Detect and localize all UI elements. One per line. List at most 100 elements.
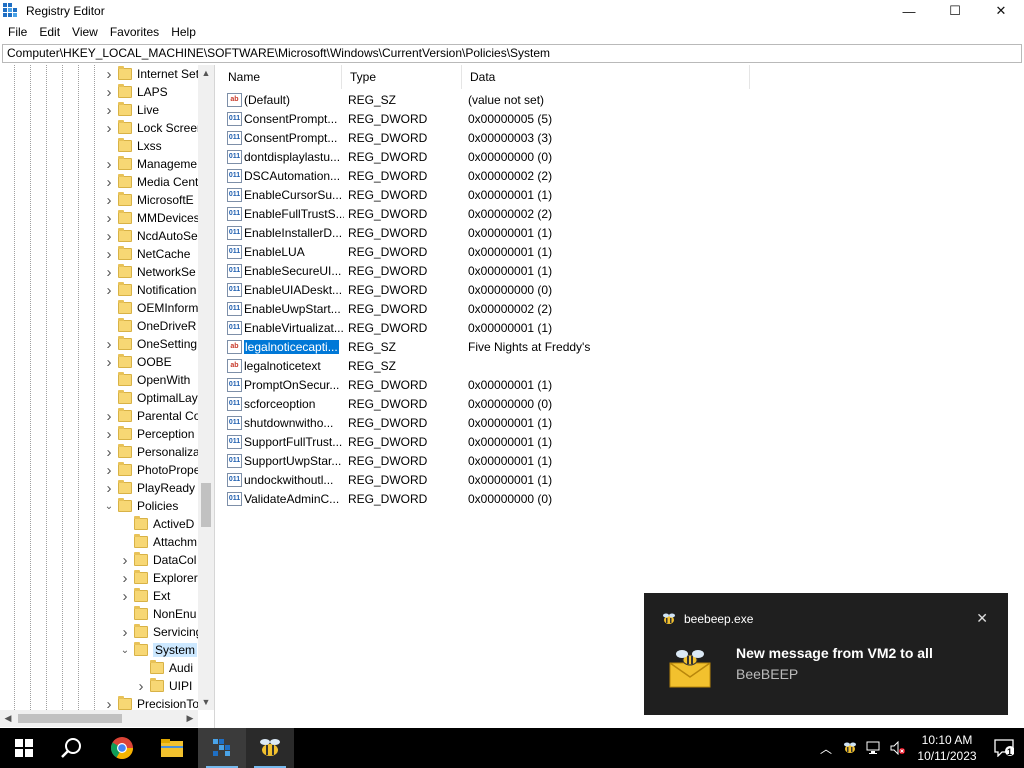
- tree-item[interactable]: Lxss: [104, 137, 162, 155]
- tree-item[interactable]: › Perception: [104, 425, 195, 443]
- tree-item[interactable]: NonEnu: [120, 605, 196, 623]
- tree-item[interactable]: OEMInform: [104, 299, 198, 317]
- chevron-right-icon[interactable]: ›: [104, 461, 114, 479]
- chevron-right-icon[interactable]: ›: [104, 425, 114, 443]
- tree-item[interactable]: Attachm: [120, 533, 197, 551]
- registry-value-row[interactable]: 011 DSCAutomation... REG_DWORD 0x00000002 (…: [220, 166, 552, 185]
- column-header-type[interactable]: Type: [342, 65, 462, 89]
- menu-help[interactable]: Help: [165, 22, 202, 43]
- scroll-down-icon[interactable]: ▼: [198, 694, 214, 710]
- registry-editor-taskbar-icon[interactable]: [198, 728, 246, 768]
- menu-view[interactable]: View: [66, 22, 104, 43]
- scroll-right-icon[interactable]: ▶: [182, 710, 198, 727]
- chevron-right-icon[interactable]: ›: [104, 191, 114, 209]
- tree-item[interactable]: › MicrosoftE: [104, 191, 194, 209]
- tree-item[interactable]: › DataCol: [120, 551, 197, 569]
- scroll-thumb[interactable]: [201, 483, 211, 527]
- volume-muted-icon[interactable]: [886, 728, 910, 768]
- minimize-button[interactable]: —: [886, 0, 932, 22]
- tree-item[interactable]: › Internet Set: [104, 65, 200, 83]
- registry-value-row[interactable]: 011 EnableVirtualizat... REG_DWORD 0x000000…: [220, 318, 552, 337]
- tree-item[interactable]: Audi: [136, 659, 193, 677]
- tree-item[interactable]: › Personaliza: [104, 443, 200, 461]
- chevron-right-icon[interactable]: ›: [104, 263, 114, 281]
- chevron-right-icon[interactable]: ›: [104, 65, 114, 83]
- maximize-button[interactable]: ☐: [932, 0, 978, 22]
- column-header-name[interactable]: Name: [220, 65, 342, 89]
- tree-item[interactable]: › Ext: [120, 587, 171, 605]
- chevron-right-icon[interactable]: ›: [120, 551, 130, 569]
- tree-item[interactable]: › Parental Co: [104, 407, 201, 425]
- chevron-right-icon[interactable]: ›: [104, 209, 114, 227]
- registry-value-row[interactable]: 011 SupportUwpStar... REG_DWORD 0x00000001 …: [220, 451, 552, 470]
- registry-value-row[interactable]: 011 SupportFullTrust... REG_DWORD 0x0000000…: [220, 432, 552, 451]
- tree-item[interactable]: ActiveD: [120, 515, 194, 533]
- chevron-right-icon[interactable]: ›: [104, 155, 114, 173]
- menu-file[interactable]: File: [2, 22, 33, 43]
- chevron-right-icon[interactable]: ›: [120, 587, 130, 605]
- tree-item[interactable]: › Manageme: [104, 155, 198, 173]
- beebeep-tray-icon[interactable]: [838, 728, 862, 768]
- chevron-right-icon[interactable]: ›: [136, 677, 146, 695]
- registry-value-row[interactable]: ab legalnoticecapti... REG_SZ Five Nights a…: [220, 337, 590, 356]
- tree-horizontal-scrollbar[interactable]: ◀ ▶: [0, 710, 198, 727]
- toast-notification[interactable]: beebeep.exe ✕ New message from VM2 to al…: [644, 593, 1008, 715]
- tree-item[interactable]: › OOBE: [104, 353, 172, 371]
- menu-edit[interactable]: Edit: [33, 22, 66, 43]
- chevron-right-icon[interactable]: ›: [104, 443, 114, 461]
- action-center-icon[interactable]: 1: [984, 728, 1024, 768]
- tree-item[interactable]: › NcdAutoSe: [104, 227, 198, 245]
- chevron-right-icon[interactable]: ›: [104, 353, 114, 371]
- start-icon[interactable]: [0, 728, 48, 768]
- chevron-right-icon[interactable]: ›: [104, 101, 114, 119]
- chevron-right-icon[interactable]: ›: [120, 623, 130, 641]
- scroll-thumb[interactable]: [18, 714, 122, 723]
- menu-favorites[interactable]: Favorites: [104, 22, 165, 43]
- chevron-right-icon[interactable]: ›: [104, 335, 114, 353]
- search-icon[interactable]: [48, 728, 96, 768]
- tree-item[interactable]: OpenWith: [104, 371, 190, 389]
- registry-value-row[interactable]: ab (Default) REG_SZ (value not set): [220, 90, 544, 109]
- chevron-right-icon[interactable]: ›: [104, 119, 114, 137]
- column-header-data[interactable]: Data: [462, 65, 750, 89]
- registry-value-row[interactable]: 011 dontdisplaylastu... REG_DWORD 0x0000000…: [220, 147, 552, 166]
- tree-item[interactable]: › Notification: [104, 281, 197, 299]
- show-hidden-icons-chevron-icon[interactable]: ︿: [814, 728, 838, 768]
- tree-item[interactable]: › Live: [104, 101, 160, 119]
- tree-vertical-scrollbar[interactable]: ▲ ▼: [198, 65, 214, 710]
- network-icon[interactable]: [862, 728, 886, 768]
- chevron-right-icon[interactable]: ›: [104, 83, 114, 101]
- tree-item[interactable]: › MMDevices: [104, 209, 200, 227]
- chevron-down-icon[interactable]: ⌄: [104, 497, 114, 515]
- scroll-up-icon[interactable]: ▲: [198, 65, 214, 81]
- registry-value-row[interactable]: 011 ValidateAdminC... REG_DWORD 0x00000000 …: [220, 489, 552, 508]
- tree-item[interactable]: OptimalLay: [104, 389, 198, 407]
- scroll-left-icon[interactable]: ◀: [0, 710, 16, 727]
- chevron-right-icon[interactable]: ›: [104, 479, 114, 497]
- chevron-down-icon[interactable]: ⌄: [120, 641, 130, 659]
- tree-item[interactable]: ⌄ Policies: [104, 497, 178, 515]
- chevron-right-icon[interactable]: ›: [104, 281, 114, 299]
- chevron-right-icon[interactable]: ›: [104, 407, 114, 425]
- chrome-icon[interactable]: [98, 728, 146, 768]
- registry-value-row[interactable]: 011 ConsentPrompt... REG_DWORD 0x00000005 (…: [220, 109, 552, 128]
- chevron-right-icon[interactable]: ›: [104, 245, 114, 263]
- tree-item[interactable]: › Media Cent: [104, 173, 199, 191]
- registry-value-row[interactable]: 011 EnableCursorSu... REG_DWORD 0x00000001 …: [220, 185, 552, 204]
- registry-value-row[interactable]: ab legalnoticetext REG_SZ: [220, 356, 396, 375]
- chevron-right-icon[interactable]: ›: [120, 569, 130, 587]
- beebeep-taskbar-icon[interactable]: [246, 728, 294, 768]
- registry-value-row[interactable]: 011 PromptOnSecur... REG_DWORD 0x00000001 (…: [220, 375, 552, 394]
- chevron-right-icon[interactable]: ›: [104, 227, 114, 245]
- tree-item[interactable]: › PlayReady: [104, 479, 196, 497]
- tree-item[interactable]: › PhotoPrope: [104, 461, 201, 479]
- tree-item[interactable]: › UIPI: [136, 677, 193, 695]
- registry-value-row[interactable]: 011 EnableUwpStart... REG_DWORD 0x00000002 …: [220, 299, 552, 318]
- registry-value-row[interactable]: 011 EnableSecureUI... REG_DWORD 0x00000001 …: [220, 261, 552, 280]
- registry-value-row[interactable]: 011 EnableLUA REG_DWORD 0x00000001 (1): [220, 242, 552, 261]
- registry-value-row[interactable]: 011 EnableInstallerD... REG_DWORD 0x0000000…: [220, 223, 552, 242]
- tree-item[interactable]: › Explorer: [120, 569, 198, 587]
- registry-value-row[interactable]: 011 undockwithoutl... REG_DWORD 0x00000001 …: [220, 470, 552, 489]
- close-button[interactable]: ✕: [978, 0, 1024, 22]
- registry-value-row[interactable]: 011 shutdownwitho... REG_DWORD 0x00000001 (…: [220, 413, 552, 432]
